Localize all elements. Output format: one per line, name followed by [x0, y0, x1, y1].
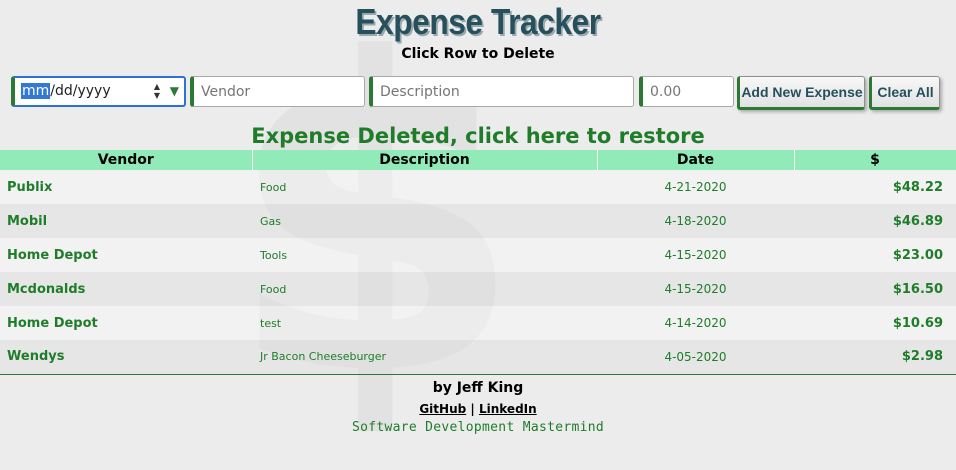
cell-date: 4-14-2020 — [664, 316, 727, 330]
github-link[interactable]: GitHub — [419, 402, 466, 416]
vendor-input[interactable] — [190, 76, 365, 107]
clear-all-button[interactable]: Clear All — [869, 76, 940, 110]
date-month-segment[interactable]: mm — [21, 83, 51, 99]
expense-table: Vendor Description Date $ Publix Food 4-… — [0, 150, 956, 375]
description-input[interactable] — [369, 76, 634, 107]
cell-description: Gas — [260, 214, 281, 228]
cell-description: Food — [260, 282, 287, 296]
cell-amount: $23.00 — [892, 247, 943, 263]
link-separator: | — [470, 402, 475, 416]
cell-amount: $2.98 — [794, 340, 956, 375]
table-row[interactable]: Mcdonalds Food 4-15-2020 $16.50 — [0, 272, 956, 306]
cell-vendor: Home Depot — [7, 315, 98, 331]
table-row[interactable]: Home Depot Tools 4-15-2020 $23.00 — [0, 238, 956, 272]
table-row[interactable]: Wendys Jr Bacon Cheeseburger 4-05-2020 $… — [0, 340, 956, 375]
cell-description: Tools — [260, 248, 288, 262]
table-row[interactable]: Mobil Gas 4-18-2020 $46.89 — [0, 204, 956, 238]
amount-input[interactable] — [639, 76, 734, 107]
header-date: Date — [597, 150, 795, 170]
header-description: Description — [252, 150, 598, 170]
dropdown-triangle-icon[interactable]: ▼ — [170, 78, 179, 105]
cell-description: Jr Bacon Cheeseburger — [252, 340, 597, 375]
cell-date: 4-05-2020 — [597, 340, 794, 375]
cell-vendor: Home Depot — [7, 247, 98, 263]
app-subtitle: Click Row to Delete — [401, 46, 555, 62]
footer-links: GitHub | LinkedIn — [0, 400, 956, 418]
author-byline: by Jeff King — [432, 380, 524, 396]
table-header-row: Vendor Description Date $ — [0, 150, 956, 170]
cell-vendor: Mcdonalds — [7, 281, 86, 297]
header-vendor: Vendor — [0, 150, 253, 170]
cell-amount: $46.89 — [892, 213, 943, 229]
cell-description: test — [260, 316, 282, 330]
restore-expense-link[interactable]: Expense Deleted, click here to restore — [0, 122, 956, 150]
cell-amount: $16.50 — [892, 281, 943, 297]
table-row[interactable]: Home Depot test 4-14-2020 $10.69 — [0, 306, 956, 340]
cell-date: 4-15-2020 — [664, 282, 727, 296]
cell-vendor: Mobil — [7, 213, 48, 229]
cell-amount: $10.69 — [892, 315, 943, 331]
header-amount: $ — [794, 150, 956, 170]
add-expense-button[interactable]: Add New Expense — [737, 76, 865, 110]
cell-vendor: Publix — [7, 179, 53, 195]
cell-date: 4-15-2020 — [664, 248, 727, 262]
cell-vendor: Wendys — [0, 340, 252, 375]
cell-date: 4-18-2020 — [664, 214, 727, 228]
spinner-arrows-icon[interactable]: ▲ ▼ — [152, 82, 162, 100]
cell-description: Food — [260, 180, 287, 194]
date-input[interactable]: mm/dd/yyyy ▲ ▼ ▼ — [11, 76, 186, 107]
cell-date: 4-21-2020 — [664, 180, 727, 194]
app-title: Expense Tracker — [355, 1, 601, 42]
cell-amount: $48.22 — [892, 179, 943, 195]
footer-tagline: Software Development Mastermind — [352, 420, 604, 435]
linkedin-link[interactable]: LinkedIn — [479, 402, 537, 416]
date-rest-segment[interactable]: /dd/yyyy — [50, 83, 110, 99]
table-row[interactable]: Publix Food 4-21-2020 $48.22 — [0, 170, 956, 204]
